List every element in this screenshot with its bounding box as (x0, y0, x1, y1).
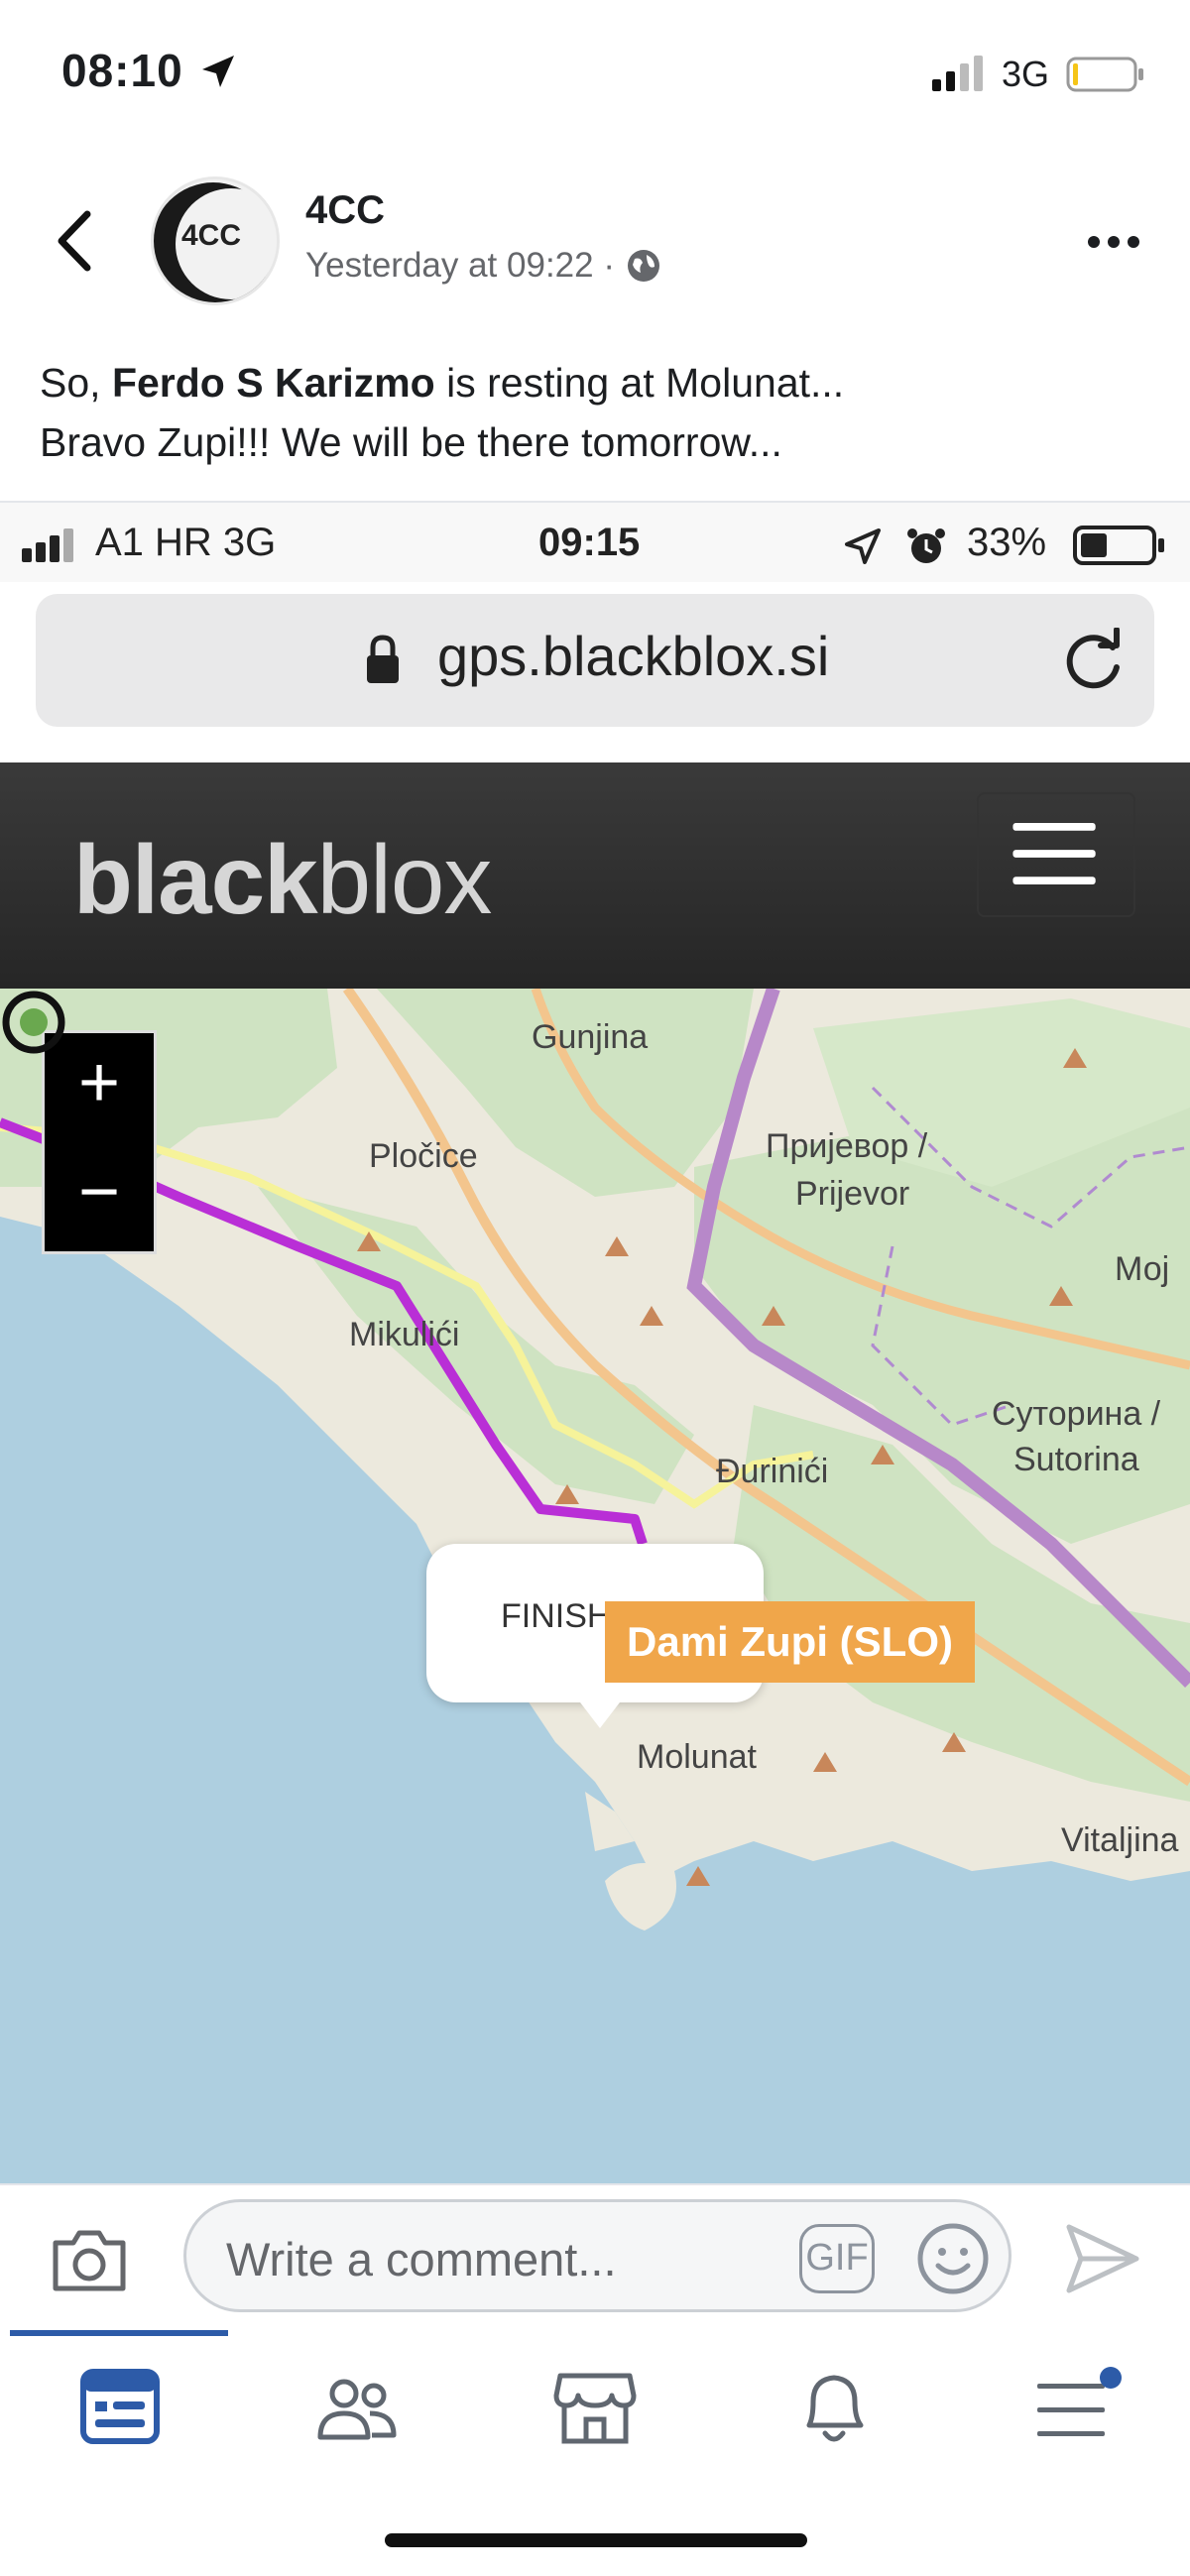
map-label: Пријевор / (766, 1127, 928, 1165)
page-name[interactable]: 4CC (305, 188, 385, 233)
popup-pointer (577, 1698, 623, 1728)
gif-button[interactable]: GIF (799, 2224, 875, 2293)
rider-position-marker (2, 991, 65, 1054)
avatar[interactable]: 4CC (151, 176, 280, 305)
bell-icon[interactable] (789, 2362, 879, 2451)
image-battery-icon (1073, 526, 1164, 565)
map-label: Мој (1115, 1250, 1170, 1288)
image-location-icon (845, 528, 881, 564)
smiley-icon[interactable] (916, 2222, 990, 2295)
image-url-bar: gps.blackblox.si (36, 594, 1154, 727)
post-timestamp[interactable]: Yesterday at 09:22 · (305, 246, 615, 286)
map-label: Prijevor (795, 1175, 910, 1213)
map-label: Sutorina (1013, 1441, 1139, 1478)
globe-icon (627, 250, 659, 282)
map-label: Đurinići (716, 1453, 829, 1490)
location-arrow-icon (202, 56, 234, 87)
battery-icon (1066, 57, 1143, 92)
home-indicator (385, 2533, 807, 2547)
map-label: Суторина / (992, 1395, 1161, 1433)
marketplace-icon[interactable] (550, 2362, 640, 2451)
avatar-text: 4CC (181, 219, 242, 252)
send-icon[interactable] (1063, 2221, 1142, 2296)
camera-icon[interactable] (50, 2227, 129, 2294)
friends-icon[interactable] (312, 2362, 402, 2451)
post-image[interactable]: A1 HR 3G 09:15 33% gps.blackblox.si blac… (0, 501, 1190, 2183)
image-time: 09:15 (538, 521, 641, 564)
news-feed-icon[interactable] (75, 2362, 165, 2451)
hamburger-menu-icon (977, 792, 1135, 917)
lock-icon (367, 635, 399, 683)
network-type: 3G (1002, 54, 1050, 94)
status-bar: 08:10 3G (0, 0, 1190, 149)
map-label: Molunat (637, 1738, 757, 1776)
image-status-bar: A1 HR 3G 09:15 33% (0, 503, 1190, 582)
status-time: 08:10 (61, 45, 183, 96)
logo-part-light: blox (316, 825, 493, 934)
zoom-out-button: − (77, 1152, 121, 1231)
map: Gunjina Pločice Пријевор / Prijevor Miku… (0, 989, 1190, 2183)
reload-icon (1066, 628, 1120, 689)
finish-label: FINISH (501, 1597, 612, 1635)
comment-input[interactable]: Write a comment... GIF (183, 2199, 1012, 2312)
active-tab-indicator (10, 2330, 228, 2336)
blackblox-logo: blackblox (73, 824, 493, 936)
post-text: So, Ferdo S Karizmo is resting at Moluna… (40, 353, 1160, 472)
post-text-part: is resting at Molunat... (434, 360, 845, 406)
more-options-button[interactable] (1086, 234, 1141, 250)
post-text-part: So, (40, 360, 112, 406)
map-label: Pločice (369, 1137, 478, 1175)
menu-icon[interactable] (1027, 2362, 1136, 2451)
map-zoom-control: + − (42, 1030, 157, 1254)
comment-placeholder: Write a comment... (226, 2233, 617, 2285)
image-battery-percent: 33% (967, 521, 1047, 564)
map-label: Vitaljina (1061, 1821, 1179, 1859)
comment-bar: Write a comment... GIF (0, 2183, 1190, 2330)
back-button[interactable] (50, 206, 99, 276)
post-meta: Yesterday at 09:22 · (305, 246, 662, 286)
signal-icon (932, 56, 983, 91)
image-url-text: gps.blackblox.si (437, 625, 830, 687)
logo-part-bold: black (73, 825, 318, 934)
image-signal-icon (22, 528, 73, 562)
post-text-line2: Bravo Zupi!!! We will be there tomorrow.… (40, 419, 782, 465)
tagged-person[interactable]: Ferdo S Karizmo (112, 360, 435, 406)
rider-label: Dami Zupi (SLO) (605, 1601, 975, 1683)
image-carrier: A1 HR 3G (95, 521, 277, 564)
image-alarm-icon (907, 528, 945, 563)
blackblox-header: blackblox (0, 762, 1190, 989)
map-label: Gunjina (532, 1018, 649, 1056)
map-label: Mikulići (349, 1316, 460, 1353)
